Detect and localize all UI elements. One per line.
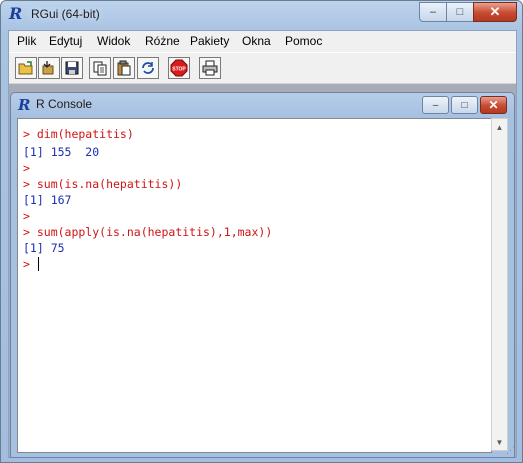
- save-workspace-icon: [65, 61, 79, 75]
- rgui-window: R RGui (64-bit) – □ ✕ Plik Edytuj Widok …: [0, 0, 523, 463]
- console-title: R Console: [36, 97, 93, 111]
- mdi-workspace: R R Console – □ ✕ > dim(hepatitis) [1] 1…: [9, 84, 516, 458]
- menu-okna[interactable]: Okna: [242, 34, 271, 48]
- console-line: > sum(is.na(hepatitis)): [23, 177, 183, 191]
- console-close-button[interactable]: ✕: [480, 96, 507, 114]
- menu-pakiety[interactable]: Pakiety: [190, 34, 229, 48]
- minimize-icon: –: [432, 99, 439, 111]
- copy-paste-icon: [142, 62, 154, 74]
- console-line: [1] 75: [23, 241, 65, 255]
- copy-icon: [93, 61, 107, 76]
- paste-button[interactable]: [113, 57, 135, 79]
- r-console-window: R R Console – □ ✕ > dim(hepatitis) [1] 1…: [10, 92, 515, 458]
- console-line: >: [23, 209, 30, 223]
- menu-plik[interactable]: Plik: [17, 34, 36, 48]
- copy-paste-button[interactable]: [137, 57, 159, 79]
- console-line: [1] 167: [23, 193, 72, 207]
- toolbar: STOP: [9, 52, 516, 84]
- close-icon: ✕: [489, 4, 501, 19]
- r-logo-icon: R: [18, 96, 31, 114]
- window-title: RGui (64-bit): [31, 7, 100, 21]
- stop-button[interactable]: STOP: [168, 57, 190, 79]
- paste-icon: [117, 60, 131, 76]
- console-line: > sum(apply(is.na(hepatitis),1,max)): [23, 225, 273, 239]
- maximize-icon: □: [461, 99, 468, 111]
- print-icon: [202, 60, 218, 76]
- title-bar[interactable]: R RGui (64-bit) – □ ✕: [1, 1, 522, 29]
- menu-bar: Plik Edytuj Widok Różne Pakiety Okna Pom…: [9, 31, 516, 51]
- load-workspace-button[interactable]: [38, 57, 60, 79]
- menu-widok[interactable]: Widok: [97, 34, 130, 48]
- minimize-icon: –: [429, 6, 437, 18]
- r-logo-icon: R: [9, 4, 23, 23]
- console-title-bar[interactable]: R R Console – □ ✕: [11, 93, 514, 117]
- client-area: Plik Edytuj Widok Różne Pakiety Okna Pom…: [8, 30, 517, 458]
- resize-grip-icon[interactable]: ⋰: [503, 444, 515, 456]
- save-workspace-button[interactable]: [61, 57, 83, 79]
- close-button[interactable]: ✕: [473, 2, 517, 22]
- open-script-button[interactable]: [15, 57, 37, 79]
- maximize-icon: □: [456, 6, 464, 18]
- console-line: > dim(hepatitis): [23, 127, 134, 141]
- load-workspace-icon: [42, 61, 54, 75]
- console-line: [1] 155 20: [23, 145, 100, 159]
- menu-rozne[interactable]: Różne: [145, 34, 180, 48]
- text-cursor: [38, 257, 39, 271]
- maximize-button[interactable]: □: [446, 2, 474, 22]
- menu-edytuj[interactable]: Edytuj: [49, 34, 82, 48]
- minimize-button[interactable]: –: [419, 2, 447, 22]
- print-button[interactable]: [199, 57, 221, 79]
- menu-pomoc[interactable]: Pomoc: [285, 34, 322, 48]
- scroll-up-icon[interactable]: ▲: [492, 119, 507, 135]
- copy-button[interactable]: [89, 57, 111, 79]
- console-output[interactable]: > dim(hepatitis) [1] 155 20 > > sum(is.n…: [17, 118, 492, 453]
- stop-label: STOP: [172, 67, 186, 73]
- window-controls: – □ ✕: [419, 2, 517, 22]
- console-minimize-button[interactable]: –: [422, 96, 449, 114]
- console-maximize-button[interactable]: □: [451, 96, 478, 114]
- open-script-icon: [18, 61, 33, 75]
- console-input-line[interactable]: >: [23, 257, 37, 271]
- close-icon: ✕: [488, 98, 499, 112]
- console-window-controls: – □ ✕: [420, 96, 507, 114]
- stop-icon: STOP: [170, 59, 188, 77]
- console-line: >: [23, 161, 30, 175]
- vertical-scrollbar[interactable]: ▲ ▼: [491, 118, 508, 451]
